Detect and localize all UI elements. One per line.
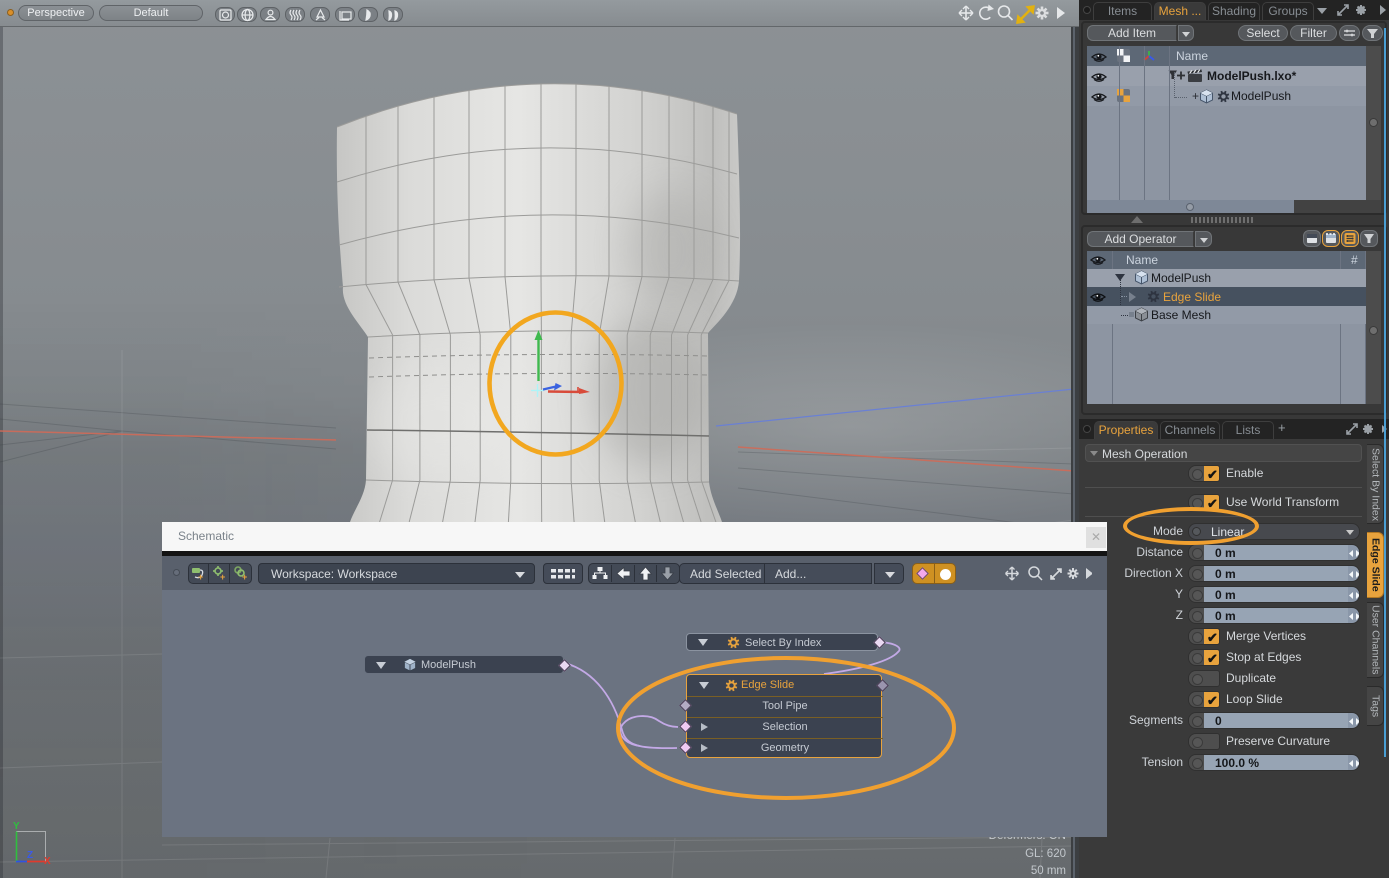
svg-text:X: X — [44, 856, 51, 867]
svg-text:Z: Z — [27, 850, 33, 861]
svg-text:Y: Y — [13, 821, 20, 832]
